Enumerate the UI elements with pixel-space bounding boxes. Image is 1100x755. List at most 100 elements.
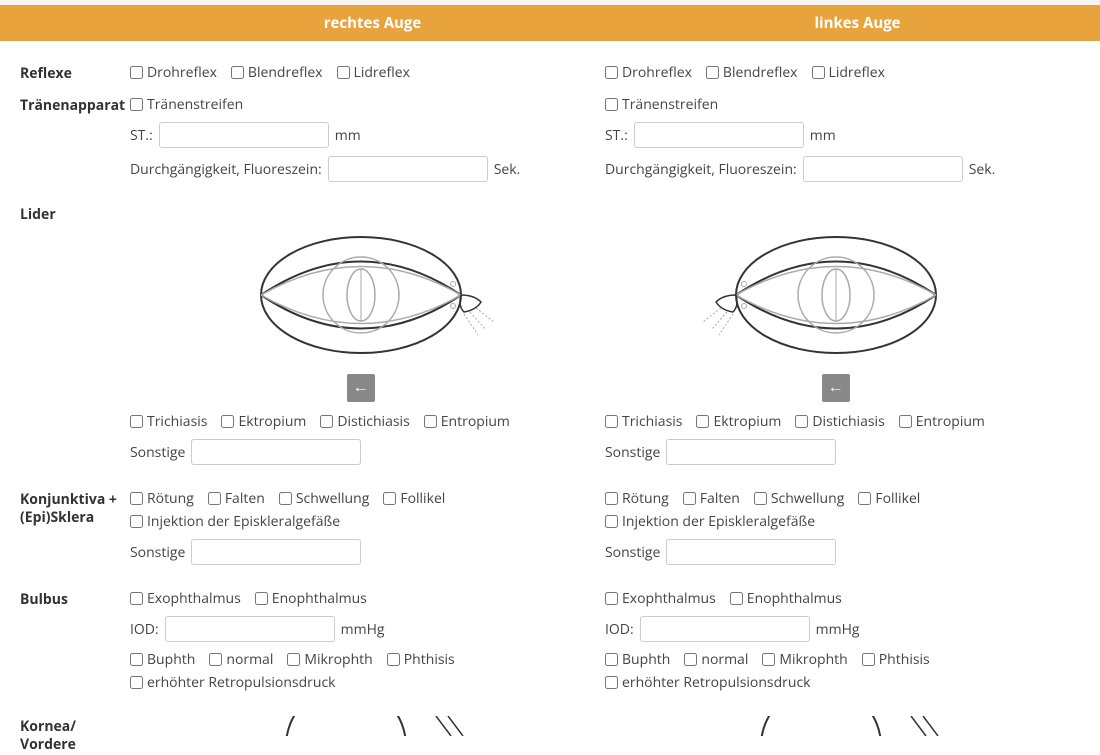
cb-lidreflex[interactable]: Lidreflex bbox=[337, 63, 410, 82]
cb-exophthalmus[interactable]: Exophthalmus bbox=[130, 589, 241, 608]
cb-blendreflex[interactable]: Blendreflex bbox=[231, 63, 323, 82]
unit-mmhg: mmHg bbox=[341, 620, 385, 639]
label-sonstige: Sonstige bbox=[130, 543, 185, 562]
row-bulbus: Bulbus Exophthalmus Enophthalmus IOD: mm… bbox=[20, 589, 1080, 692]
table-header: rechtes Auge linkes Auge bbox=[0, 5, 1100, 41]
lider-right: ← Trichiasis Ektropium Distichiasis Entr… bbox=[130, 204, 605, 465]
input-iod[interactable] bbox=[165, 616, 335, 642]
cb-trichiasis[interactable]: Trichiasis bbox=[605, 412, 682, 431]
input-iod[interactable] bbox=[640, 616, 810, 642]
arrow-left-icon: ← bbox=[828, 380, 844, 396]
traenen-left: Tränenstreifen ST.: mm Durchgängigkeit, … bbox=[605, 95, 1080, 182]
row-konjunktiva: Konjunktiva + (Epi)Sklera Rötung Falten … bbox=[20, 489, 1080, 565]
cb-follikel[interactable]: Follikel bbox=[858, 489, 920, 508]
cb-mikrophth[interactable]: Mikrophth bbox=[762, 650, 847, 669]
input-st[interactable] bbox=[634, 122, 804, 148]
cb-phthisis[interactable]: Phthisis bbox=[862, 650, 930, 669]
label-durch: Durchgängigkeit, Fluoreszein: bbox=[605, 160, 797, 179]
kornea-diagram-left bbox=[605, 716, 1066, 736]
cb-falten[interactable]: Falten bbox=[208, 489, 265, 508]
header-right-eye: rechtes Auge bbox=[130, 5, 615, 41]
cb-retropulsion[interactable]: erhöhter Retropulsionsdruck bbox=[605, 673, 811, 692]
label-sonstige: Sonstige bbox=[605, 543, 660, 562]
label-sonstige: Sonstige bbox=[605, 443, 660, 462]
label-st: ST.: bbox=[605, 126, 628, 145]
cb-phthisis[interactable]: Phthisis bbox=[387, 650, 455, 669]
cb-roetung[interactable]: Rötung bbox=[605, 489, 669, 508]
input-durch[interactable] bbox=[328, 156, 488, 182]
label-iod: IOD: bbox=[130, 620, 159, 639]
cb-buphth[interactable]: Buphth bbox=[605, 650, 670, 669]
reflexe-right: Drohreflex Blendreflex Lidreflex bbox=[130, 63, 605, 82]
input-durch[interactable] bbox=[803, 156, 963, 182]
label-lider: Lider bbox=[20, 204, 130, 224]
cb-ektropium[interactable]: Ektropium bbox=[696, 412, 781, 431]
bulbus-right: Exophthalmus Enophthalmus IOD: mmHg Buph… bbox=[130, 589, 605, 692]
cb-entropium[interactable]: Entropium bbox=[424, 412, 510, 431]
cb-injektion[interactable]: Injektion der Episkleralgefäße bbox=[130, 512, 340, 531]
cb-drohreflex[interactable]: Drohreflex bbox=[130, 63, 217, 82]
eye-diagram-left: ← bbox=[605, 204, 1066, 412]
reflexe-left: Drohreflex Blendreflex Lidreflex bbox=[605, 63, 1080, 82]
cb-mikrophth[interactable]: Mikrophth bbox=[287, 650, 372, 669]
cb-entropium[interactable]: Entropium bbox=[899, 412, 985, 431]
cb-distichiasis[interactable]: Distichiasis bbox=[795, 412, 884, 431]
cb-normal[interactable]: normal bbox=[684, 650, 748, 669]
cb-injektion[interactable]: Injektion der Episkleralgefäße bbox=[605, 512, 815, 531]
label-traenen: Tränenapparat bbox=[20, 95, 130, 115]
konj-left: Rötung Falten Schwellung Follikel Injekt… bbox=[605, 489, 1080, 565]
cb-trichiasis[interactable]: Trichiasis bbox=[130, 412, 207, 431]
bulbus-left: Exophthalmus Enophthalmus IOD: mmHg Buph… bbox=[605, 589, 1080, 692]
kornea-diagram-right bbox=[130, 716, 591, 736]
cb-retropulsion[interactable]: erhöhter Retropulsionsdruck bbox=[130, 673, 336, 692]
arrow-left-icon: ← bbox=[353, 380, 369, 396]
cb-falten[interactable]: Falten bbox=[683, 489, 740, 508]
row-kornea: Kornea/ Vordere bbox=[20, 716, 1080, 754]
unit-sek: Sek. bbox=[494, 160, 521, 179]
cb-traenenstreifen[interactable]: Tränenstreifen bbox=[605, 95, 718, 114]
header-left-eye: linkes Auge bbox=[615, 5, 1100, 41]
cb-schwellung[interactable]: Schwellung bbox=[279, 489, 370, 508]
cb-enophthalmus[interactable]: Enophthalmus bbox=[730, 589, 842, 608]
input-sonstige-lider[interactable] bbox=[191, 439, 361, 465]
cb-ektropium[interactable]: Ektropium bbox=[221, 412, 306, 431]
label-iod: IOD: bbox=[605, 620, 634, 639]
label-kornea: Kornea/ Vordere bbox=[20, 716, 130, 754]
cb-enophthalmus[interactable]: Enophthalmus bbox=[255, 589, 367, 608]
unit-sek: Sek. bbox=[969, 160, 996, 179]
cb-lidreflex[interactable]: Lidreflex bbox=[812, 63, 885, 82]
kornea-right bbox=[130, 716, 605, 736]
label-sonstige: Sonstige bbox=[130, 443, 185, 462]
label-reflexe: Reflexe bbox=[20, 63, 130, 83]
input-sonstige-lider[interactable] bbox=[666, 439, 836, 465]
arrow-button[interactable]: ← bbox=[347, 374, 375, 402]
row-traenenapparat: Tränenapparat Tränenstreifen ST.: mm Dur… bbox=[20, 95, 1080, 182]
label-konj: Konjunktiva + (Epi)Sklera bbox=[20, 489, 130, 527]
kornea-left bbox=[605, 716, 1080, 736]
eye-diagram-right: ← bbox=[130, 204, 591, 412]
label-bulbus: Bulbus bbox=[20, 589, 130, 609]
konj-right: Rötung Falten Schwellung Follikel Injekt… bbox=[130, 489, 605, 565]
cb-exophthalmus[interactable]: Exophthalmus bbox=[605, 589, 716, 608]
unit-mm: mm bbox=[335, 126, 361, 145]
row-reflexe: Reflexe Drohreflex Blendreflex Lidreflex… bbox=[20, 63, 1080, 83]
cb-normal[interactable]: normal bbox=[209, 650, 273, 669]
unit-mmhg: mmHg bbox=[816, 620, 860, 639]
cb-schwellung[interactable]: Schwellung bbox=[754, 489, 845, 508]
traenen-right: Tränenstreifen ST.: mm Durchgängigkeit, … bbox=[130, 95, 605, 182]
cb-drohreflex[interactable]: Drohreflex bbox=[605, 63, 692, 82]
unit-mm: mm bbox=[810, 126, 836, 145]
label-durch: Durchgängigkeit, Fluoreszein: bbox=[130, 160, 322, 179]
row-lider: Lider bbox=[20, 204, 1080, 465]
input-sonstige-konj[interactable] bbox=[191, 539, 361, 565]
cb-buphth[interactable]: Buphth bbox=[130, 650, 195, 669]
cb-blendreflex[interactable]: Blendreflex bbox=[706, 63, 798, 82]
cb-traenenstreifen[interactable]: Tränenstreifen bbox=[130, 95, 243, 114]
input-sonstige-konj[interactable] bbox=[666, 539, 836, 565]
cb-follikel[interactable]: Follikel bbox=[383, 489, 445, 508]
cb-distichiasis[interactable]: Distichiasis bbox=[320, 412, 409, 431]
arrow-button[interactable]: ← bbox=[822, 374, 850, 402]
cb-roetung[interactable]: Rötung bbox=[130, 489, 194, 508]
lider-left: ← Trichiasis Ektropium Distichiasis Entr… bbox=[605, 204, 1080, 465]
input-st[interactable] bbox=[159, 122, 329, 148]
